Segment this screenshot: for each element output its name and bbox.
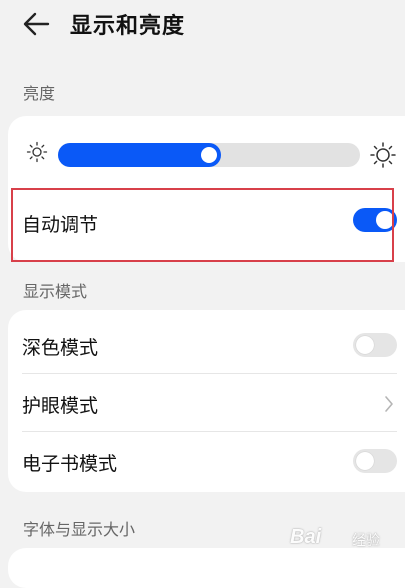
page-title: 显示和亮度	[70, 14, 186, 39]
highlight-box	[11, 188, 394, 262]
section-label-font: 字体与显示大小	[23, 520, 136, 539]
brightness-slider[interactable]	[58, 143, 360, 167]
back-button[interactable]	[22, 10, 52, 38]
eye-comfort-label: 护眼模式	[22, 395, 99, 417]
toggle-knob	[356, 452, 374, 470]
ebook-mode-toggle[interactable]	[353, 449, 397, 473]
dark-mode-row[interactable]: 深色模式	[8, 316, 405, 372]
watermark-text: Bai	[290, 526, 322, 548]
eye-comfort-row[interactable]: 护眼模式	[8, 374, 405, 430]
watermark-suffix: 经验	[352, 533, 380, 549]
chevron-right-icon	[385, 396, 393, 412]
toggle-knob	[356, 336, 374, 354]
sun-large-icon	[370, 142, 396, 168]
dark-mode-toggle[interactable]	[353, 333, 397, 357]
ebook-mode-label: 电子书模式	[22, 453, 118, 475]
brightness-slider-fill	[58, 143, 221, 167]
section-label-brightness: 亮度	[23, 84, 56, 103]
section-label-display-mode: 显示模式	[23, 282, 88, 301]
ebook-mode-row[interactable]: 电子书模式	[8, 432, 405, 488]
watermark-logo: Bai 经验	[290, 524, 400, 554]
font-card[interactable]	[8, 548, 405, 588]
brightness-slider-thumb[interactable]	[201, 147, 217, 163]
sun-small-icon	[26, 141, 48, 163]
arrow-left-icon	[23, 12, 50, 36]
header: 显示和亮度	[0, 0, 405, 46]
dark-mode-label: 深色模式	[22, 337, 99, 359]
